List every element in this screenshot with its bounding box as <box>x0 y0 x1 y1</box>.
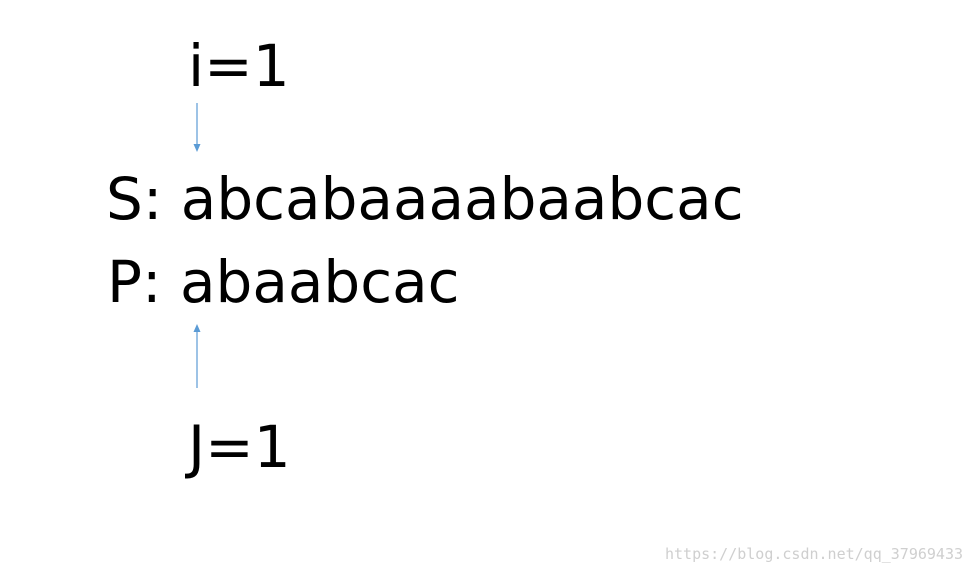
main-string-row: S: abcabaaaabaabcac <box>106 170 744 228</box>
arrow-down-icon <box>193 103 201 152</box>
main-string-prefix: S: <box>106 165 163 233</box>
pointer-i-label: i=1 <box>188 32 290 100</box>
main-string-value: abcabaaaabaabcac <box>180 165 744 233</box>
pointer-j-label: J=1 <box>188 413 291 481</box>
watermark-url: https://blog.csdn.net/qq_37969433 <box>664 545 963 563</box>
pattern-string-prefix: P: <box>107 248 162 316</box>
arrow-up-icon <box>193 324 201 388</box>
pattern-string-row: P: abaabcac <box>107 253 460 311</box>
pattern-string-value: abaabcac <box>179 248 460 316</box>
